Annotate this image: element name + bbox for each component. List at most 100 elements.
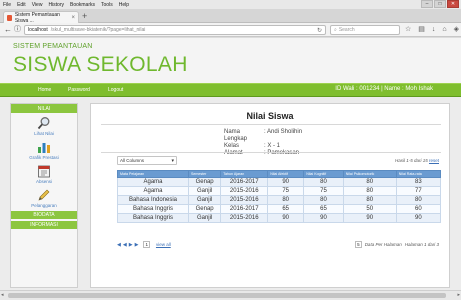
column-filter-select[interactable]: All Columns ▾ — [117, 156, 177, 165]
reset-link[interactable]: reset — [429, 158, 439, 163]
pagination-controls: ◀ ◀ ▶ ▶ 1 view all — [117, 241, 171, 248]
per-page-select[interactable]: 5 — [355, 241, 362, 248]
next-page-icon[interactable]: ▶ — [129, 242, 133, 248]
nav-home[interactable]: Home — [38, 87, 51, 93]
bookmark-star-icon[interactable]: ☆ — [405, 25, 411, 35]
menu-history[interactable]: History — [48, 2, 64, 8]
back-icon[interactable]: ← — [4, 25, 12, 34]
search-bar[interactable]: ⌕ Search — [330, 25, 400, 35]
menu-tools[interactable]: Tools — [101, 2, 113, 8]
column-header[interactable]: Nilai Kognitif — [303, 170, 344, 178]
window-controls: – □ ✕ — [421, 0, 459, 8]
table-cell: Agama — [117, 177, 189, 187]
tab-close-icon[interactable]: × — [71, 15, 75, 21]
horizontal-scrollbar[interactable]: ◂ ▸ — [0, 290, 461, 300]
browser-navbar: ← ⓘ localhost /skul_multisave-bkiatenik/… — [0, 23, 461, 37]
menu-help[interactable]: Help — [119, 2, 129, 8]
shield-icon[interactable]: ◈ — [454, 25, 459, 35]
sidebar-item-lihat-nilai[interactable]: Lihat Nilai — [11, 116, 77, 136]
table-cell: Ganjil — [187, 195, 222, 205]
scroll-left-icon[interactable]: ◂ — [1, 292, 4, 298]
bar-chart-icon — [38, 143, 50, 153]
scrollbar-thumb[interactable] — [8, 293, 446, 298]
column-header[interactable]: Nilai Psikomotorik — [342, 170, 397, 178]
table-cell: 2016-2017 — [220, 204, 269, 214]
search-placeholder: Search — [338, 27, 355, 33]
url-host: localhost — [28, 27, 48, 33]
table-row: Bahasa Indonesia Ganjil 2015-2016 80 80 … — [117, 195, 442, 205]
sidebar-item-label: Pelanggaran — [31, 203, 57, 208]
column-header[interactable]: Nilai Afektif — [267, 170, 305, 178]
identity-icon[interactable]: ⓘ — [14, 25, 21, 34]
column-header[interactable]: Mata Pelajaran — [117, 170, 189, 178]
table-cell: 90 — [267, 177, 305, 187]
site-subtitle: SISTEM PEMANTAUAN — [13, 43, 93, 50]
sidebar-item-grafik-prestasi[interactable]: Grafik Prestasi — [11, 140, 77, 160]
menu-view[interactable]: View — [32, 2, 43, 8]
table-cell: Ganjil — [187, 213, 222, 223]
scroll-right-icon[interactable]: ▸ — [457, 292, 460, 298]
table-cell: Ganjil — [187, 186, 222, 196]
reading-list-icon[interactable]: ▤ — [418, 25, 425, 35]
info-label: Kelas — [224, 143, 240, 149]
filter-value: All Columns — [120, 158, 145, 163]
divider — [101, 152, 441, 153]
table-cell: 80 — [342, 195, 397, 205]
table-cell: 83 — [395, 177, 442, 187]
table-cell: 2015-2016 — [220, 186, 269, 196]
new-tab-button[interactable]: + — [82, 12, 87, 21]
column-header[interactable]: Nilai Rata-rata — [395, 170, 442, 178]
browser-tab[interactable]: Sistem Pemantauan Siswa ... × — [3, 11, 79, 24]
download-icon[interactable]: ↓ — [432, 25, 436, 35]
maximize-icon[interactable]: □ — [434, 0, 446, 8]
nav-logout[interactable]: Logout — [108, 87, 123, 93]
sidebar-item-absensi[interactable]: Absensi — [11, 164, 77, 184]
minimize-icon[interactable]: – — [421, 0, 433, 8]
table-cell: Bahasa Indonesia — [117, 195, 189, 205]
site-title: SISWA SEKOLAH — [13, 53, 188, 76]
sidebar-item-label: Lihat Nilai — [34, 131, 54, 136]
url-bar[interactable]: localhost /skul_multisave-bkiatenik/?pag… — [24, 25, 326, 35]
result-count-text: Hasil 1-5 dari 15 — [394, 158, 428, 163]
chevron-down-icon: ▾ — [171, 157, 174, 164]
table-cell: Bahasa Inggris — [117, 213, 189, 223]
page-select[interactable]: 1 — [143, 241, 150, 248]
first-page-icon[interactable]: ◀ — [117, 242, 121, 248]
column-header[interactable]: Semester — [187, 170, 222, 178]
sidebar-header: NILAI — [11, 104, 77, 113]
pencil-icon — [38, 189, 50, 201]
page-info-text: Halaman 1 dari 3 — [404, 242, 439, 247]
sidebar-biodata[interactable]: BIODATA — [11, 211, 77, 219]
prev-page-icon[interactable]: ◀ — [123, 242, 127, 248]
menu-edit[interactable]: Edit — [17, 2, 26, 8]
table-cell: 80 — [342, 177, 397, 187]
sidebar-informasi[interactable]: INFORMASI — [11, 221, 77, 229]
calendar-icon — [38, 165, 50, 178]
table-cell: 65 — [267, 204, 305, 214]
sidebar-item-pelanggaran[interactable]: Pelanggaran — [11, 188, 77, 208]
home-icon[interactable]: ⌂ — [442, 25, 446, 35]
browser-menubar: File Edit View History Bookmarks Tools H… — [0, 0, 461, 9]
table-cell: 80 — [342, 186, 397, 196]
last-page-icon[interactable]: ▶ — [135, 242, 139, 248]
menu-bookmarks[interactable]: Bookmarks — [70, 2, 95, 8]
view-all-link[interactable]: view all — [156, 242, 171, 247]
per-page-label: Data Per Halaman — [364, 242, 402, 247]
tab-bar: Sistem Pemantauan Siswa ... × + — [0, 9, 461, 24]
table-cell: 75 — [267, 186, 305, 196]
menu-file[interactable]: File — [3, 2, 11, 8]
nav-password[interactable]: Password — [68, 87, 90, 93]
table-row: Agama Ganjil 2015-2016 75 75 80 77 — [117, 186, 442, 196]
table-cell: 75 — [303, 186, 344, 196]
tab-title: Sistem Pemantauan Siswa ... — [14, 11, 60, 24]
close-window-icon[interactable]: ✕ — [447, 0, 459, 8]
reload-icon[interactable]: ↻ — [317, 27, 322, 34]
divider — [101, 124, 441, 125]
table-cell: 65 — [303, 204, 344, 214]
column-header[interactable]: Tahun Ajaran — [220, 170, 269, 178]
table-row: Bahasa Inggris Genap 2016-2017 65 65 50 … — [117, 204, 442, 214]
table-cell: Bahasa Inggris — [117, 204, 189, 214]
table-cell: Genap — [187, 177, 222, 187]
table-header-row: Mata Pelajaran Semester Tahun Ajaran Nil… — [117, 170, 442, 178]
info-value: : X - 1 — [264, 143, 281, 149]
